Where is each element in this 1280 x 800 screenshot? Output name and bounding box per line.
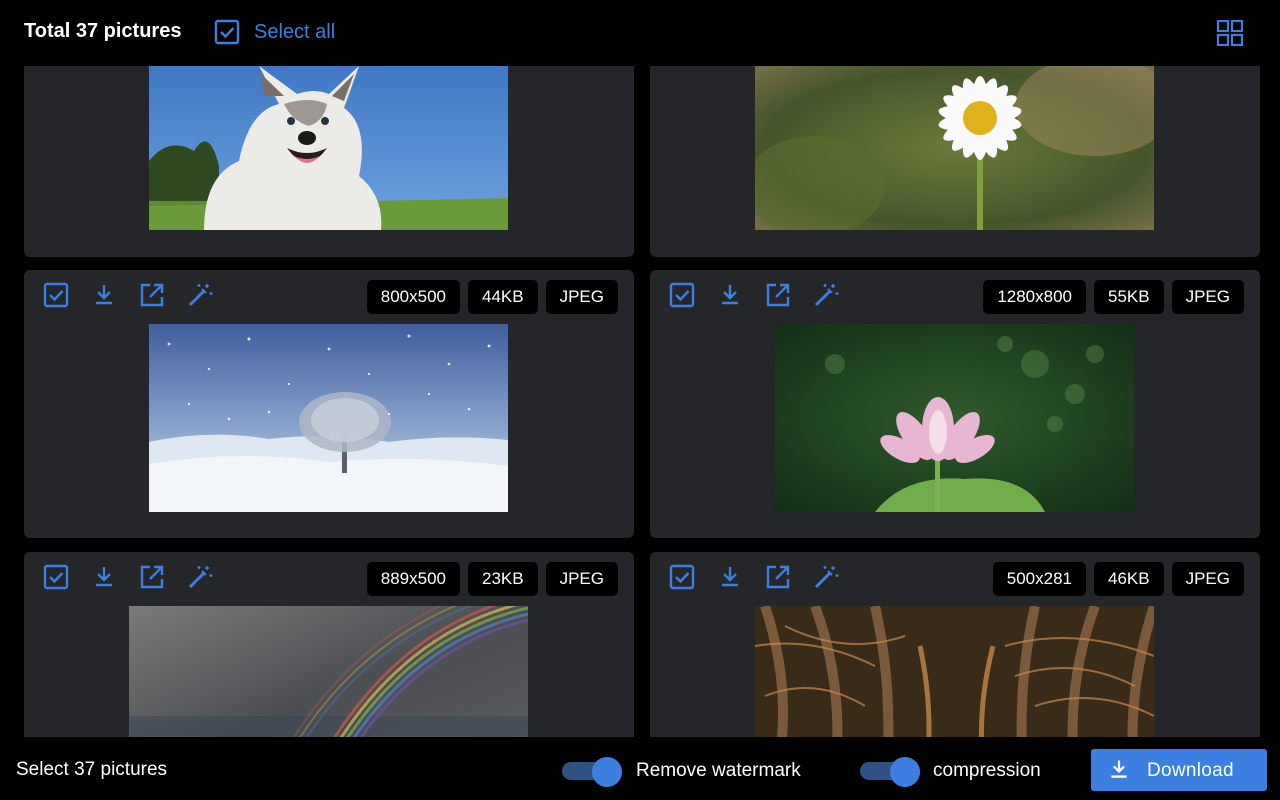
lotus-image [775, 324, 1134, 512]
download-icon[interactable] [717, 282, 743, 308]
total-pictures-label: Total 37 pictures [24, 20, 182, 42]
magic-wand-icon[interactable] [813, 282, 839, 308]
filesize-badge: 55KB [1094, 280, 1164, 314]
open-external-icon[interactable] [139, 564, 165, 590]
picture-card-daisy [650, 66, 1260, 257]
footer: Select 37 pictures Remove watermark comp… [0, 737, 1280, 800]
card-toolbar: 889x500 23KB JPEG [24, 552, 634, 606]
filesize-badge: 46KB [1094, 562, 1164, 596]
picture-meta: 1280x800 55KB JPEG [983, 280, 1244, 314]
magic-wand-icon[interactable] [187, 282, 213, 308]
checkbox-icon[interactable] [669, 564, 695, 590]
select-all-button[interactable]: Select all [214, 19, 335, 45]
daisy-image [755, 66, 1154, 230]
download-icon[interactable] [91, 282, 117, 308]
select-all-label: Select all [254, 20, 336, 43]
card-toolbar: 1280x800 55KB JPEG [650, 270, 1260, 324]
download-icon [1111, 760, 1127, 778]
download-button[interactable]: Download [1091, 749, 1267, 791]
select-count-label: Select 37 pictures [16, 759, 168, 780]
open-external-icon[interactable] [765, 564, 791, 590]
magic-wand-icon[interactable] [187, 564, 213, 590]
checkbox-icon[interactable] [43, 564, 69, 590]
remove-watermark-toggle[interactable] [562, 757, 624, 787]
rainbow-image [129, 606, 528, 737]
checkbox-icon[interactable] [43, 282, 69, 308]
format-badge: JPEG [545, 280, 618, 314]
checkbox-icon[interactable] [669, 282, 695, 308]
checkbox-icon[interactable] [214, 19, 240, 45]
filesize-badge: 23KB [468, 562, 538, 596]
picture-card-snow-tree: 800x500 44KB JPEG [24, 270, 634, 538]
grid-view-icon[interactable] [1216, 20, 1244, 46]
picture-card-husky [24, 66, 634, 257]
dimension-badge: 889x500 [366, 562, 460, 596]
header: Total 37 pictures Select all [0, 0, 1280, 66]
open-external-icon[interactable] [139, 282, 165, 308]
download-label: Download [1147, 760, 1234, 781]
dimension-badge: 800x500 [366, 280, 460, 314]
toggle-knob [592, 757, 622, 787]
open-external-icon[interactable] [765, 282, 791, 308]
dimension-badge: 1280x800 [983, 280, 1086, 314]
toggle-knob [890, 757, 920, 787]
compression-toggle[interactable] [860, 757, 922, 787]
tree-alley-image [755, 606, 1154, 737]
picture-card-tree-alley: 500x281 46KB JPEG [650, 552, 1260, 737]
picture-card-rainbow: 889x500 23KB JPEG [24, 552, 634, 737]
download-icon[interactable] [717, 564, 743, 590]
snow-tree-image [149, 324, 508, 512]
husky-image [149, 66, 508, 230]
card-toolbar: 800x500 44KB JPEG [24, 270, 634, 324]
format-badge: JPEG [1171, 280, 1244, 314]
dimension-badge: 500x281 [992, 562, 1086, 596]
card-toolbar: 500x281 46KB JPEG [650, 552, 1260, 606]
format-badge: JPEG [1171, 562, 1244, 596]
format-badge: JPEG [545, 562, 618, 596]
remove-watermark-label: Remove watermark [636, 760, 801, 781]
picture-meta: 500x281 46KB JPEG [992, 562, 1244, 596]
magic-wand-icon[interactable] [813, 564, 839, 590]
compression-label: compression [933, 760, 1041, 781]
picture-grid[interactable]: 800x500 44KB JPEG 1280x800 55KB JPEG 889… [0, 66, 1280, 737]
download-icon[interactable] [91, 564, 117, 590]
picture-meta: 889x500 23KB JPEG [366, 562, 618, 596]
filesize-badge: 44KB [468, 280, 538, 314]
picture-meta: 800x500 44KB JPEG [366, 280, 618, 314]
picture-card-lotus: 1280x800 55KB JPEG [650, 270, 1260, 538]
